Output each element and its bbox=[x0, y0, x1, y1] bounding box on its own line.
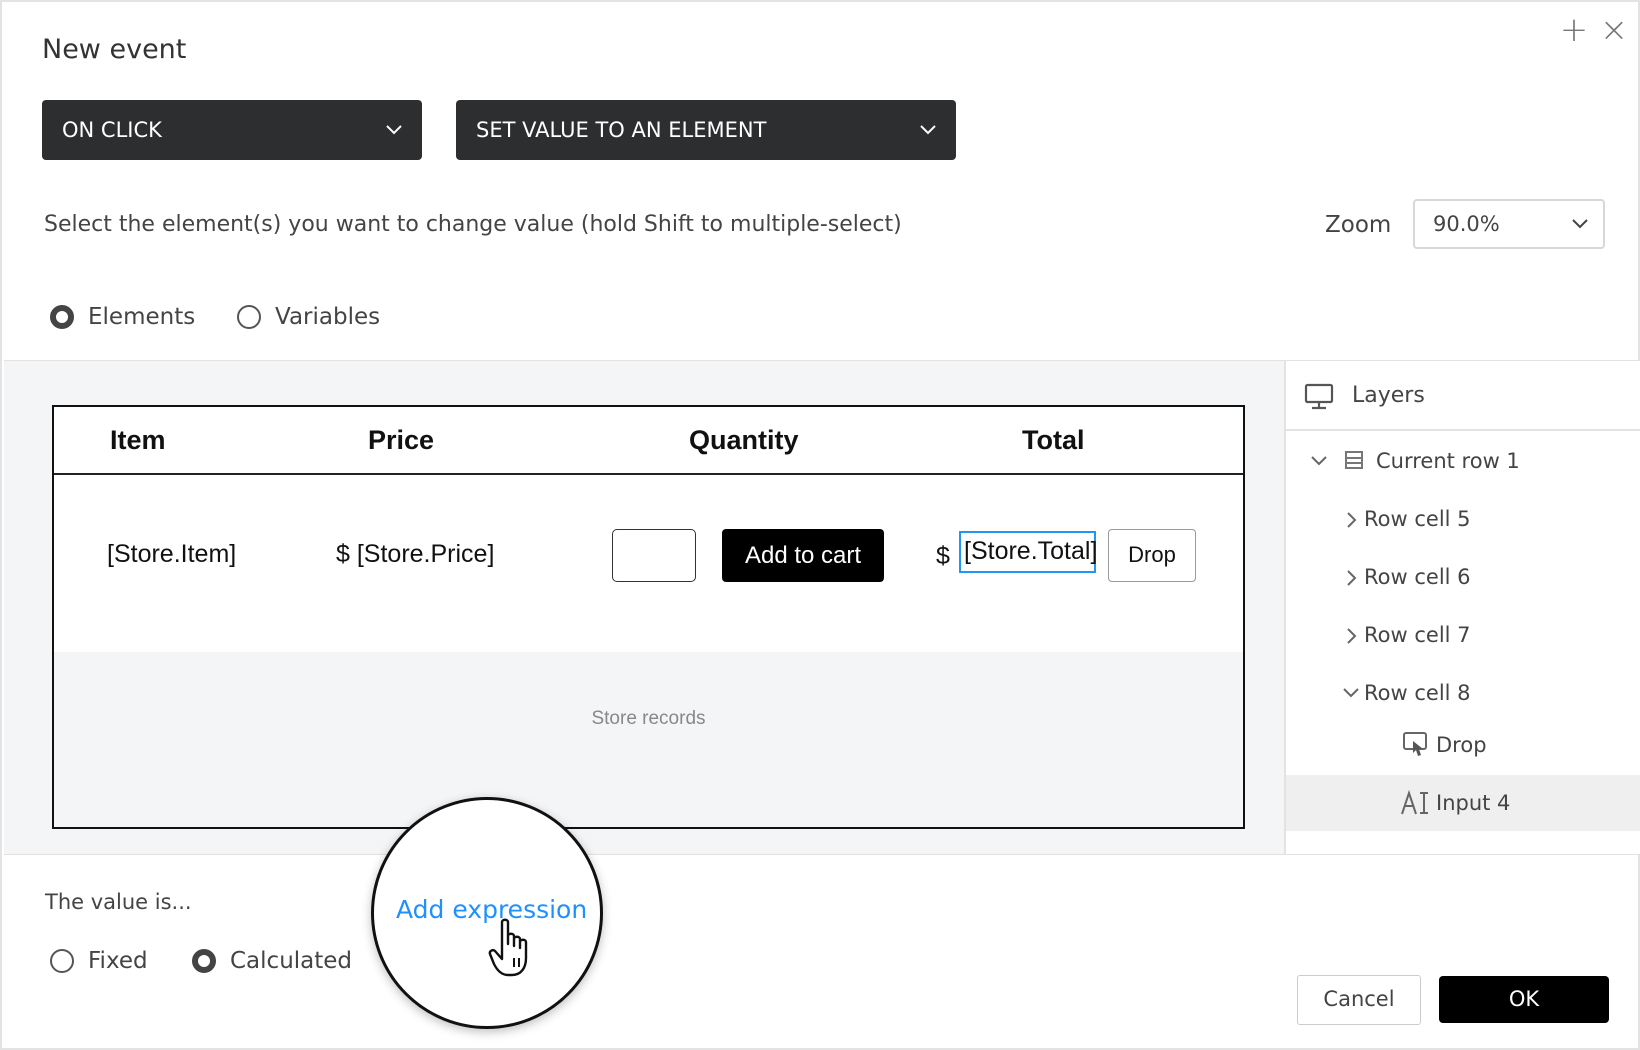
value-label: The value is... bbox=[45, 890, 192, 914]
add-to-cart-button[interactable]: Add to cart bbox=[722, 529, 884, 582]
zoom-label: Zoom bbox=[1325, 212, 1392, 238]
radio-checked-icon bbox=[50, 305, 74, 329]
chevron-right-icon[interactable] bbox=[1344, 511, 1358, 529]
trigger-value: ON CLICK bbox=[62, 118, 162, 142]
layer-row-cell-8[interactable]: Row cell 8 bbox=[1286, 665, 1640, 721]
header-quantity[interactable]: Quantity bbox=[689, 425, 799, 456]
chevron-down-icon[interactable] bbox=[1310, 453, 1328, 469]
header-price[interactable]: Price bbox=[368, 425, 434, 456]
magnifier-callout: Add expression bbox=[371, 797, 603, 1029]
layer-label: Current row 1 bbox=[1376, 449, 1520, 473]
layers-title: Layers bbox=[1352, 383, 1425, 408]
canvas-preview: Item Price Quantity Total [Store.Item] $… bbox=[4, 360, 1284, 855]
radio-unchecked-icon bbox=[237, 305, 261, 329]
radio-checked-icon bbox=[192, 949, 216, 973]
radio-calculated-label: Calculated bbox=[230, 948, 353, 974]
layer-label: Row cell 6 bbox=[1364, 565, 1471, 589]
chevron-right-icon[interactable] bbox=[1344, 569, 1358, 587]
hand-pointer-icon bbox=[488, 918, 528, 977]
chevron-down-icon bbox=[386, 125, 402, 135]
layer-label: Drop bbox=[1436, 733, 1487, 757]
monitor-icon bbox=[1304, 383, 1334, 410]
trigger-dropdown[interactable]: ON CLICK bbox=[42, 100, 422, 160]
radio-calculated[interactable]: Calculated bbox=[192, 948, 352, 974]
close-icon[interactable]: × bbox=[1596, 12, 1632, 48]
zoom-select[interactable]: 90.0% bbox=[1413, 199, 1605, 249]
layer-row-cell-7[interactable]: Row cell 7 bbox=[1286, 607, 1640, 663]
action-value: SET VALUE TO AN ELEMENT bbox=[476, 118, 767, 142]
layer-drop[interactable]: Drop bbox=[1286, 717, 1640, 773]
layer-label: Row cell 7 bbox=[1364, 623, 1471, 647]
drop-button[interactable]: Drop bbox=[1108, 529, 1196, 582]
price-value: [Store.Price] bbox=[356, 540, 495, 568]
cell-item[interactable]: [Store.Item] bbox=[107, 540, 236, 569]
layer-input-4[interactable]: Input 4 bbox=[1286, 775, 1640, 831]
total-currency: $ bbox=[936, 542, 950, 570]
chevron-down-icon bbox=[1572, 219, 1588, 229]
radio-variables[interactable]: Variables bbox=[237, 304, 380, 330]
button-icon bbox=[1403, 732, 1427, 756]
zoom-value: 90.0% bbox=[1433, 212, 1500, 236]
chevron-right-icon[interactable] bbox=[1344, 627, 1358, 645]
row-icon bbox=[1345, 451, 1363, 469]
text-input-icon bbox=[1401, 790, 1428, 815]
radio-variables-label: Variables bbox=[275, 304, 381, 330]
add-icon[interactable]: + bbox=[1556, 12, 1592, 48]
total-field-selected[interactable]: [Store.Total] bbox=[959, 531, 1097, 573]
new-event-dialog: New event + × ON CLICK SET VALUE TO AN E… bbox=[0, 0, 1640, 1050]
radio-unchecked-icon bbox=[50, 949, 74, 973]
header-item[interactable]: Item bbox=[110, 425, 166, 456]
layers-panel: Layers Current row 1 Row cell 5 Row cell… bbox=[1284, 360, 1640, 855]
instruction-text: Select the element(s) you want to change… bbox=[44, 212, 902, 237]
radio-elements[interactable]: Elements bbox=[50, 304, 195, 330]
ok-button[interactable]: OK bbox=[1439, 976, 1609, 1023]
quantity-input[interactable] bbox=[612, 529, 696, 582]
chevron-down-icon[interactable] bbox=[1342, 685, 1360, 701]
price-currency: $ bbox=[336, 540, 350, 568]
layer-current-row-1[interactable]: Current row 1 bbox=[1286, 433, 1640, 489]
header-total[interactable]: Total bbox=[1022, 425, 1085, 456]
action-dropdown[interactable]: SET VALUE TO AN ELEMENT bbox=[456, 100, 956, 160]
store-records-area: Store records bbox=[54, 652, 1243, 827]
layer-label: Input 4 bbox=[1436, 791, 1511, 815]
layer-row-cell-6[interactable]: Row cell 6 bbox=[1286, 549, 1640, 605]
layers-header: Layers bbox=[1286, 361, 1640, 431]
cancel-button[interactable]: Cancel bbox=[1297, 975, 1421, 1025]
cell-price[interactable]: $ [Store.Price] bbox=[336, 540, 494, 569]
radio-elements-label: Elements bbox=[88, 304, 196, 330]
radio-fixed[interactable]: Fixed bbox=[50, 948, 148, 974]
layer-label: Row cell 5 bbox=[1364, 507, 1471, 531]
header-divider bbox=[54, 473, 1243, 475]
store-table: Item Price Quantity Total [Store.Item] $… bbox=[52, 405, 1245, 829]
dialog-title: New event bbox=[42, 34, 187, 65]
chevron-down-icon bbox=[920, 125, 936, 135]
layer-label: Row cell 8 bbox=[1364, 681, 1471, 705]
store-records-label: Store records bbox=[591, 708, 706, 729]
radio-fixed-label: Fixed bbox=[88, 948, 148, 974]
layer-row-cell-5[interactable]: Row cell 5 bbox=[1286, 491, 1640, 547]
